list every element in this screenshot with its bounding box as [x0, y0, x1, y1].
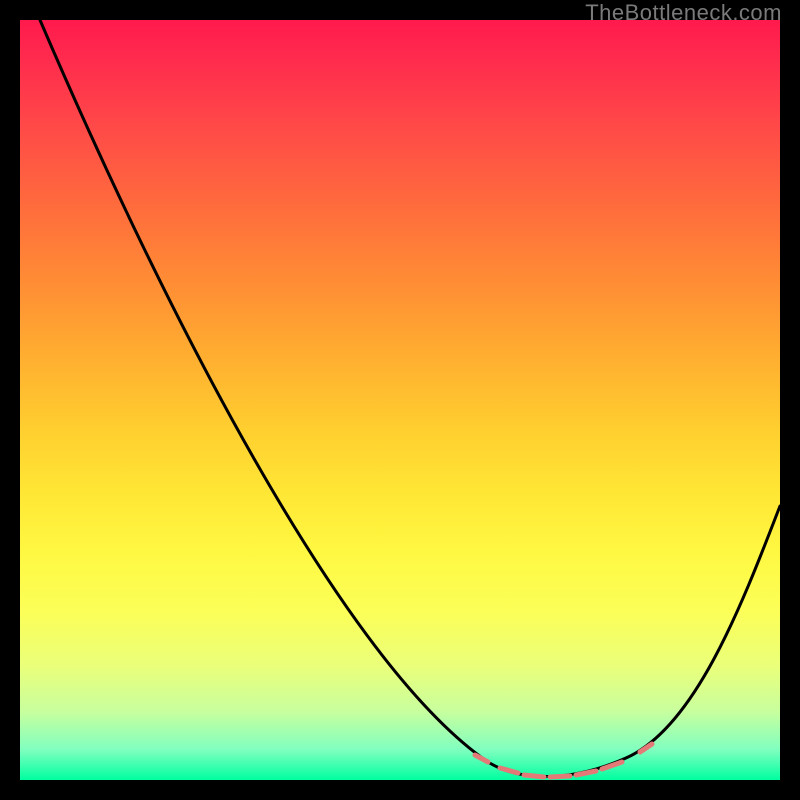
chart-frame: [20, 20, 780, 780]
credit-watermark: TheBottleneck.com: [585, 0, 782, 26]
gradient-background: [20, 20, 780, 780]
